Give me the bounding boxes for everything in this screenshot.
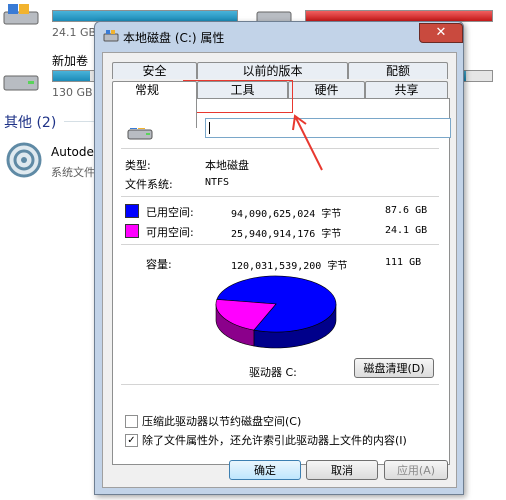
capacity-label: 容量: [146, 258, 172, 271]
dialog-client-area: 安全 以前的版本 配额 常规 工具 硬件 共享 常规 [102, 52, 457, 488]
used-space-label: 已用空间: [146, 206, 194, 219]
drive-icon [3, 75, 39, 91]
type-label: 类型: [125, 159, 151, 172]
group-header-other[interactable]: 其他 (2) [4, 112, 56, 132]
drive1-free-text: 24.1 GB [52, 26, 97, 39]
button-label: 应用(A) [396, 464, 436, 477]
text-caret [209, 122, 210, 134]
button-label: 确定 [254, 464, 276, 477]
divider [121, 148, 439, 149]
tab-label: 安全 [142, 64, 167, 78]
disk-usage-pie-chart [215, 275, 337, 349]
autodesk-label[interactable]: Autode [51, 145, 94, 159]
close-icon: ✕ [435, 25, 447, 40]
button-label: 取消 [331, 464, 353, 477]
divider [121, 384, 439, 385]
used-space-bytes: 94,090,625,024 字节 [231, 209, 342, 220]
dialog-title: 本地磁盘 (C:) 属性 [123, 31, 225, 45]
tab-label: 配额 [385, 64, 410, 78]
drive-letter-label: 驱动器 C: [249, 366, 297, 379]
tab-label: 硬件 [314, 83, 339, 97]
autodesk-sublabel: 系统文件 [51, 166, 95, 179]
tab-security[interactable]: 安全 [112, 62, 197, 79]
tab-sharing[interactable]: 共享 [365, 81, 448, 98]
check-mark-icon: ✓ [127, 435, 136, 446]
free-space-label: 可用空间: [146, 226, 194, 239]
cancel-button[interactable]: 取消 [306, 460, 378, 480]
drive-icon [103, 30, 119, 42]
disk-cleanup-button[interactable]: 磁盘清理(D) [354, 358, 434, 378]
divider [121, 244, 439, 245]
type-value: 本地磁盘 [205, 159, 249, 172]
compress-checkbox[interactable] [125, 415, 138, 428]
ok-button[interactable]: 确定 [229, 460, 301, 480]
free-space-bytes: 25,940,914,176 字节 [231, 229, 342, 240]
apply-button[interactable]: 应用(A) [384, 460, 448, 480]
used-space-swatch [125, 204, 139, 218]
tab-label: 常规 [135, 83, 160, 97]
tab-general-upper[interactable]: 常规 [112, 81, 197, 128]
tab-quota[interactable]: 配额 [348, 62, 448, 79]
close-button[interactable]: ✕ [419, 23, 463, 43]
capacity-gb: 111 GB [385, 257, 422, 268]
tab-previous-versions[interactable]: 以前的版本 [197, 62, 348, 79]
tab-hardware[interactable]: 硬件 [288, 81, 365, 98]
filesystem-label: 文件系统: [125, 178, 173, 191]
divider [121, 196, 439, 197]
annotation-arrow-icon [292, 114, 323, 171]
dialog-titlebar[interactable]: 本地磁盘 (C:) 属性 ✕ [95, 22, 463, 50]
tab-label: 共享 [394, 83, 419, 97]
tab-label: 以前的版本 [242, 64, 303, 78]
general-panel: 类型: 本地磁盘 文件系统: NTFS 已用空间: 94,090,625,024… [112, 98, 451, 465]
drive2-name[interactable]: 新加卷 [52, 52, 88, 69]
filesystem-value: NTFS [205, 177, 230, 188]
index-checkbox[interactable]: ✓ [125, 434, 138, 447]
index-label[interactable]: 除了文件属性外，还允许索引此驱动器上文件的内容(I) [142, 432, 407, 448]
capacity-bytes: 120,031,539,200 字节 [231, 261, 348, 272]
drive-icon [3, 4, 39, 25]
free-space-swatch [125, 224, 139, 238]
autodesk-icon [6, 142, 42, 178]
free-space-gb: 24.1 GB [385, 225, 428, 236]
highlight-box [183, 80, 293, 113]
button-label: 磁盘清理(D) [363, 362, 425, 375]
used-space-gb: 87.6 GB [385, 205, 428, 216]
group-divider [64, 121, 94, 122]
compress-label[interactable]: 压缩此驱动器以节约磁盘空间(C) [142, 413, 301, 429]
drive2-free-text: 130 GB [52, 86, 93, 99]
